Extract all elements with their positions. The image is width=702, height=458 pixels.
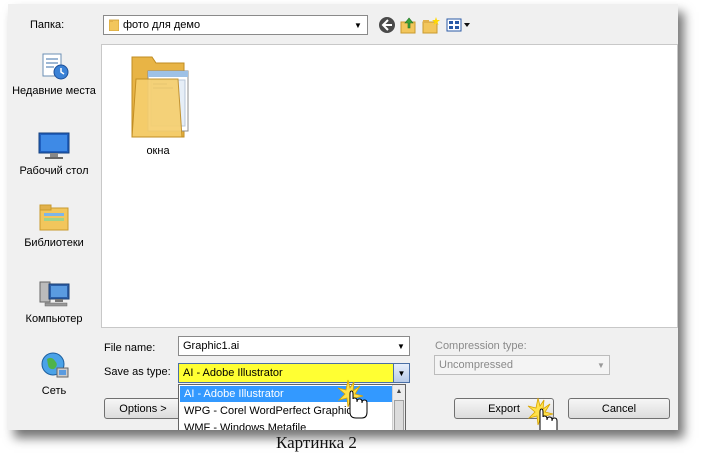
cancel-button[interactable]: Cancel: [568, 398, 670, 419]
file-name-value: Graphic1.ai: [183, 340, 240, 352]
toolbar: Папка: фото для демо ▼: [8, 4, 678, 44]
export-button-label: Export: [488, 402, 520, 415]
options-button-label: Options >: [119, 402, 167, 415]
back-icon[interactable]: [378, 16, 396, 34]
folder-item[interactable]: окна: [116, 49, 200, 157]
hand-cursor-icon: [337, 379, 368, 419]
folder-small-icon: [109, 19, 119, 31]
chevron-down-icon[interactable]: ▼: [393, 337, 409, 355]
save-as-type-value: AI - Adobe Illustrator: [183, 367, 283, 379]
options-button[interactable]: Options >: [104, 398, 182, 419]
place-libraries[interactable]: Библиотеки: [8, 202, 100, 272]
places-bar: Недавние места Рабочий стол Библиотеки К…: [8, 44, 100, 430]
place-desktop[interactable]: Рабочий стол: [8, 130, 100, 200]
desktop-icon: [38, 132, 70, 159]
cancel-button-label: Cancel: [601, 402, 637, 415]
hand-cursor-icon: [527, 397, 558, 430]
file-name-input[interactable]: Graphic1.ai ▼: [178, 336, 410, 356]
compression-type-select[interactable]: Uncompressed ▼: [434, 355, 610, 375]
recent-places-icon: [42, 53, 69, 80]
new-folder-icon[interactable]: [422, 16, 440, 34]
image-caption: Картинка 2: [276, 433, 357, 452]
libraries-icon: [39, 204, 69, 231]
compression-type-value: Uncompressed: [439, 359, 513, 371]
file-name-label: File name:: [104, 342, 156, 354]
folder-icon: [131, 56, 189, 138]
chevron-down-icon[interactable]: ▼: [352, 19, 364, 31]
save-as-type-select[interactable]: AI - Adobe Illustrator ▼: [178, 363, 410, 383]
folder-combo-value: фото для демо: [123, 19, 201, 31]
place-label: Компьютер: [25, 313, 83, 325]
save-dialog: Папка: фото для демо ▼ Недавние места Ра…: [8, 4, 678, 430]
folder-item-label: окна: [146, 145, 170, 157]
up-folder-icon[interactable]: [400, 16, 418, 34]
view-menu-icon[interactable]: [446, 16, 472, 34]
place-recent[interactable]: Недавние места: [8, 50, 100, 120]
network-icon: [41, 352, 69, 378]
place-network[interactable]: Сеть: [8, 350, 100, 420]
file-list-view[interactable]: окна: [101, 44, 678, 328]
place-label: Недавние места: [12, 85, 96, 97]
chevron-down-icon[interactable]: ▼: [393, 364, 409, 382]
chevron-down-icon: ▼: [597, 360, 605, 370]
scroll-thumb[interactable]: [394, 400, 404, 430]
place-computer[interactable]: Компьютер: [8, 278, 100, 348]
computer-icon: [39, 281, 70, 307]
folder-label: Папка:: [30, 19, 65, 31]
save-as-type-dropdown[interactable]: AI - Adobe Illustrator WPG - Corel WordP…: [178, 384, 406, 430]
scroll-up-icon[interactable]: ▲: [393, 385, 405, 398]
dropdown-scrollbar[interactable]: ▲: [392, 385, 405, 430]
save-as-type-label: Save as type:: [104, 366, 171, 378]
place-label: Сеть: [41, 385, 67, 397]
folder-combo[interactable]: фото для демо ▼: [103, 15, 368, 35]
place-label: Рабочий стол: [19, 165, 89, 177]
place-label: Библиотеки: [24, 237, 84, 249]
compression-type-label: Compression type:: [435, 340, 527, 352]
